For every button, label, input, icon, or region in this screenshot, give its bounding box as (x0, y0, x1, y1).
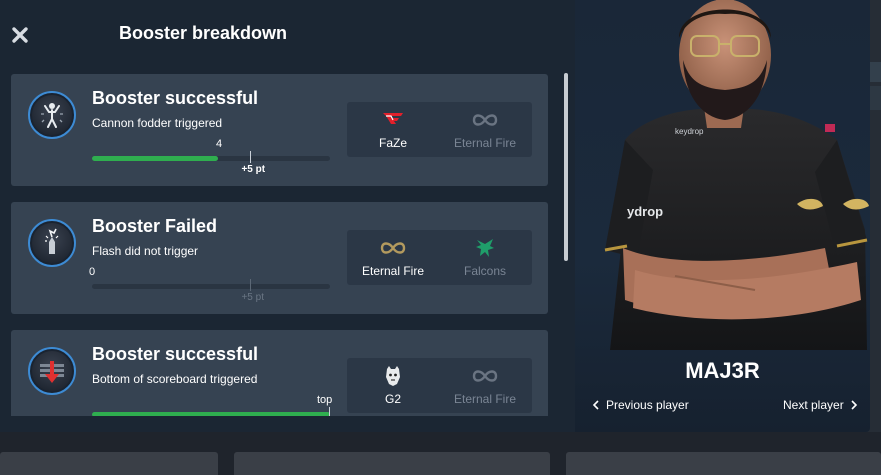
booster-title: Booster successful (92, 88, 259, 108)
booster-card: Booster successful Cannon fodder trigger… (11, 74, 548, 186)
booster-threshold-tick (250, 279, 252, 291)
cannon-fodder-icon (41, 103, 63, 128)
booster-progress-track (92, 156, 330, 161)
previous-player-label: Previous player (606, 398, 689, 412)
booster-progress-fill (92, 412, 330, 416)
booster-subtitle: Bottom of scoreboard triggered (92, 372, 258, 386)
team-eternal-fire: Eternal Fire (439, 358, 531, 413)
faze-logo-icon (383, 113, 403, 124)
booster-points: +5 pt (241, 292, 264, 303)
team-name: Eternal Fire (453, 136, 517, 150)
booster-badge (28, 219, 76, 267)
booster-badge (28, 91, 76, 139)
booster-list[interactable]: Booster successful Cannon fodder trigger… (11, 74, 548, 416)
g2-logo-icon (386, 366, 400, 386)
booster-subtitle: Flash did not trigger (92, 244, 199, 258)
next-player-button[interactable]: Next player (783, 398, 858, 412)
close-icon (12, 27, 28, 43)
booster-progress-track (92, 412, 330, 416)
previous-player-button[interactable]: Previous player (592, 398, 689, 412)
background-card (566, 452, 881, 475)
background-card (234, 452, 550, 475)
booster-value: 0 (89, 266, 96, 278)
booster-breakdown-modal: Booster breakdown Booster successful Can… (0, 0, 870, 432)
svg-text:ydrop: ydrop (627, 204, 663, 219)
chevron-left-icon (592, 400, 599, 410)
booster-title: Booster Failed (92, 216, 218, 236)
next-player-label: Next player (783, 398, 844, 412)
team-name: G2 (384, 392, 401, 406)
background-card (0, 452, 218, 475)
booster-badge (28, 347, 76, 395)
eternal-fire-logo-icon (472, 114, 498, 126)
booster-points: +5 pt (241, 164, 266, 175)
booster-progress-track (92, 284, 330, 289)
booster-progress-fill (92, 156, 219, 161)
booster-threshold-tick (329, 407, 330, 416)
match-teams: Eternal Fire Falcons (347, 230, 532, 285)
close-button[interactable] (9, 24, 31, 46)
player-pane: keydrop ydrop MAJ3R Previous player Next… (575, 0, 870, 432)
team-name: Eternal Fire (453, 392, 517, 406)
eternal-fire-logo-icon (380, 242, 406, 254)
booster-card: Booster Failed Flash did not trigger 0 +… (11, 202, 548, 314)
team-name: Falcons (463, 264, 507, 278)
booster-value: 4 (216, 138, 223, 150)
falcons-logo-icon (476, 239, 494, 257)
player-name: MAJ3R (685, 358, 760, 383)
booster-value: top (317, 394, 333, 406)
booster-card: Booster successful Bottom of scoreboard … (11, 330, 548, 416)
booster-subtitle: Cannon fodder triggered (92, 116, 223, 130)
match-teams: FaZe Eternal Fire (347, 102, 532, 157)
booster-title: Booster successful (92, 344, 259, 364)
booster-list-pane: Booster breakdown Booster successful Can… (0, 0, 575, 432)
team-falcons: Falcons (439, 230, 531, 285)
bottom-scoreboard-icon (40, 361, 64, 383)
team-eternal-fire: Eternal Fire (439, 102, 531, 157)
flash-icon (45, 228, 59, 254)
team-g2: G2 (347, 358, 439, 413)
match-teams: G2 Eternal Fire (347, 358, 532, 413)
team-faze: FaZe (347, 102, 439, 157)
team-name: Eternal Fire (361, 264, 425, 278)
team-name: FaZe (378, 136, 407, 150)
eternal-fire-logo-icon (472, 370, 498, 382)
svg-text:keydrop: keydrop (675, 127, 704, 136)
chevron-right-icon (851, 400, 857, 410)
modal-title: Booster breakdown (119, 23, 288, 43)
list-scrollbar[interactable] (564, 73, 568, 261)
team-eternal-fire: Eternal Fire (347, 230, 439, 285)
booster-threshold-tick (250, 151, 252, 163)
